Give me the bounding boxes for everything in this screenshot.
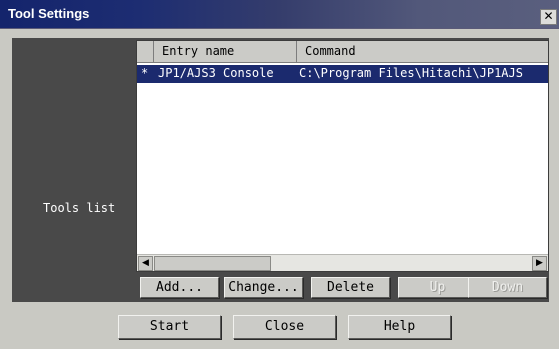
scroll-thumb[interactable] — [154, 256, 271, 271]
add-button[interactable]: Add... — [140, 277, 219, 298]
row-command: C:\Program Files\Hitachi\JP1AJS — [299, 66, 523, 80]
help-button[interactable]: Help — [348, 315, 451, 339]
list-row[interactable]: * JP1/AJS3 Console C:\Program Files\Hita… — [137, 65, 548, 83]
tool-settings-window: Tool Settings ✕ Tools list Entry name Co… — [0, 0, 559, 349]
row-marker: * — [141, 66, 149, 80]
header-command[interactable]: Command — [297, 41, 548, 62]
window-title: Tool Settings — [8, 6, 90, 21]
scroll-left-icon[interactable]: ◀ — [138, 256, 153, 271]
header-marker-column[interactable] — [137, 41, 154, 62]
close-button[interactable]: Close — [233, 315, 336, 339]
scroll-right-icon[interactable]: ▶ — [532, 256, 547, 271]
up-button[interactable]: Up — [398, 277, 477, 298]
row-entry-name: JP1/AJS3 Console — [158, 66, 274, 80]
delete-button[interactable]: Delete — [311, 277, 390, 298]
title-bar[interactable]: Tool Settings ✕ — [0, 0, 559, 29]
start-button[interactable]: Start — [118, 315, 221, 339]
header-entry-name[interactable]: Entry name — [154, 41, 297, 62]
tools-list-label: Tools list — [43, 201, 116, 215]
tools-list[interactable]: Entry name Command * JP1/AJS3 Console C:… — [136, 40, 549, 272]
list-header: Entry name Command — [137, 41, 548, 63]
down-button[interactable]: Down — [468, 277, 547, 298]
change-button[interactable]: Change... — [224, 277, 303, 298]
close-icon[interactable]: ✕ — [540, 9, 557, 25]
horizontal-scrollbar[interactable]: ◀ ▶ — [137, 254, 548, 271]
